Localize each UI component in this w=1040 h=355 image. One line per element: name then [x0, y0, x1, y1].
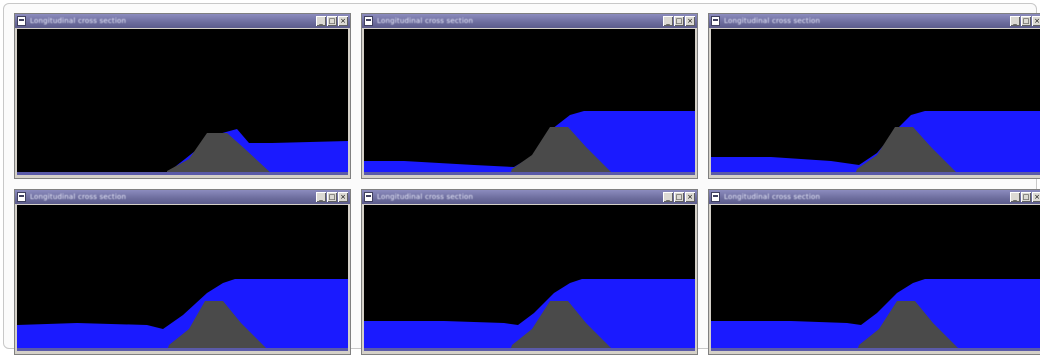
channel-bed — [364, 172, 695, 175]
cross-section-graphic — [711, 111, 1040, 175]
channel-bed — [711, 172, 1040, 175]
cross-section-view — [711, 205, 1040, 351]
minimize-icon[interactable]: _ — [1010, 16, 1020, 26]
window-title: Longitudinal cross section — [724, 193, 821, 201]
window-6[interactable]: Longitudinal cross section _ □ × — [708, 189, 1040, 355]
close-icon[interactable]: × — [685, 16, 695, 26]
minimize-icon[interactable]: _ — [316, 192, 326, 202]
window-controls: _ □ × — [663, 192, 695, 202]
maximize-icon[interactable]: □ — [327, 16, 337, 26]
window-controls: _ □ × — [1010, 16, 1040, 26]
window-grid: Longitudinal cross section _ □ × Longitu — [14, 13, 1040, 355]
cross-section-graphic — [364, 279, 695, 351]
title-bar[interactable]: Longitudinal cross section _ □ × — [15, 14, 350, 28]
window-controls: _ □ × — [663, 16, 695, 26]
maximize-icon[interactable]: □ — [674, 16, 684, 26]
window-app-icon[interactable] — [17, 16, 26, 26]
title-bar[interactable]: Longitudinal cross section _ □ × — [709, 14, 1040, 28]
channel-bed — [711, 348, 1040, 351]
channel-bed — [17, 172, 348, 175]
window-2[interactable]: Longitudinal cross section _ □ × — [361, 13, 698, 179]
window-title: Longitudinal cross section — [30, 17, 127, 25]
maximize-icon[interactable]: □ — [327, 192, 337, 202]
window-1[interactable]: Longitudinal cross section _ □ × — [14, 13, 351, 179]
channel-bed — [17, 348, 348, 351]
cross-section-graphic — [364, 111, 695, 175]
cross-section-view — [17, 29, 348, 175]
window-controls: _ □ × — [316, 192, 348, 202]
cross-section-view — [364, 205, 695, 351]
close-icon[interactable]: × — [685, 192, 695, 202]
window-title: Longitudinal cross section — [30, 193, 127, 201]
window-3[interactable]: Longitudinal cross section _ □ × — [708, 13, 1040, 179]
maximize-icon[interactable]: □ — [1021, 16, 1031, 26]
window-title: Longitudinal cross section — [724, 17, 821, 25]
maximize-icon[interactable]: □ — [674, 192, 684, 202]
cross-section-graphic — [17, 129, 348, 175]
window-app-icon[interactable] — [364, 192, 373, 202]
minimize-icon[interactable]: _ — [1010, 192, 1020, 202]
window-app-icon[interactable] — [711, 192, 720, 202]
window-app-icon[interactable] — [711, 16, 720, 26]
minimize-icon[interactable]: _ — [663, 192, 673, 202]
close-icon[interactable]: × — [1032, 16, 1040, 26]
window-4[interactable]: Longitudinal cross section _ □ × — [14, 189, 351, 355]
window-5[interactable]: Longitudinal cross section _ □ × — [361, 189, 698, 355]
close-icon[interactable]: × — [1032, 192, 1040, 202]
cross-section-view — [364, 29, 695, 175]
window-app-icon[interactable] — [17, 192, 26, 202]
cross-section-view — [17, 205, 348, 351]
title-bar[interactable]: Longitudinal cross section _ □ × — [15, 190, 350, 204]
window-controls: _ □ × — [316, 16, 348, 26]
close-icon[interactable]: × — [338, 192, 348, 202]
window-title: Longitudinal cross section — [377, 193, 474, 201]
minimize-icon[interactable]: _ — [316, 16, 326, 26]
title-bar[interactable]: Longitudinal cross section _ □ × — [709, 190, 1040, 204]
maximize-icon[interactable]: □ — [1021, 192, 1031, 202]
cross-section-view — [711, 29, 1040, 175]
channel-bed — [364, 348, 695, 351]
title-bar[interactable]: Longitudinal cross section _ □ × — [362, 14, 697, 28]
window-title: Longitudinal cross section — [377, 17, 474, 25]
screenshot-frame: Longitudinal cross section _ □ × Longitu — [3, 3, 1040, 355]
cross-section-graphic — [17, 279, 348, 351]
close-icon[interactable]: × — [338, 16, 348, 26]
title-bar[interactable]: Longitudinal cross section _ □ × — [362, 190, 697, 204]
window-controls: _ □ × — [1010, 192, 1040, 202]
cross-section-graphic — [711, 279, 1040, 351]
window-app-icon[interactable] — [364, 16, 373, 26]
minimize-icon[interactable]: _ — [663, 16, 673, 26]
